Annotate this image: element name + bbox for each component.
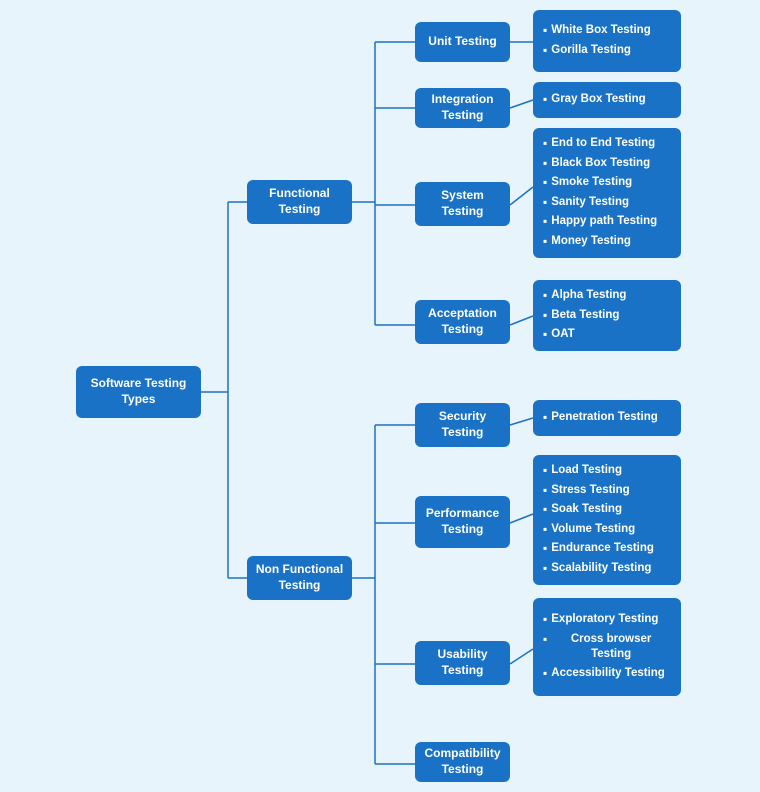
performance-items: Load Testing Stress Testing Soak Testing… bbox=[533, 455, 681, 585]
unit-node: Unit Testing bbox=[415, 22, 510, 62]
unit-items: White Box Testing Gorilla Testing bbox=[533, 10, 681, 72]
acceptation-items: Alpha Testing Beta Testing OAT bbox=[533, 280, 681, 351]
security-node: Security Testing bbox=[415, 403, 510, 447]
usability-node: Usability Testing bbox=[415, 641, 510, 685]
acceptation-node: Acceptation Testing bbox=[415, 300, 510, 344]
nonfunctional-node: Non Functional Testing bbox=[247, 556, 352, 600]
system-items: End to End Testing Black Box Testing Smo… bbox=[533, 128, 681, 258]
compatibility-node: Compatibility Testing bbox=[415, 742, 510, 782]
security-items: Penetration Testing bbox=[533, 400, 681, 436]
integration-node: Integration Testing bbox=[415, 88, 510, 128]
usability-items: Exploratory Testing Cross browser Testin… bbox=[533, 598, 681, 696]
integration-items: Gray Box Testing bbox=[533, 82, 681, 118]
system-node: System Testing bbox=[415, 182, 510, 226]
root-node: Software Testing Types bbox=[76, 366, 201, 418]
performance-node: Performance Testing bbox=[415, 496, 510, 548]
diagram: Software Testing Types Functional Testin… bbox=[0, 0, 760, 792]
functional-node: Functional Testing bbox=[247, 180, 352, 224]
